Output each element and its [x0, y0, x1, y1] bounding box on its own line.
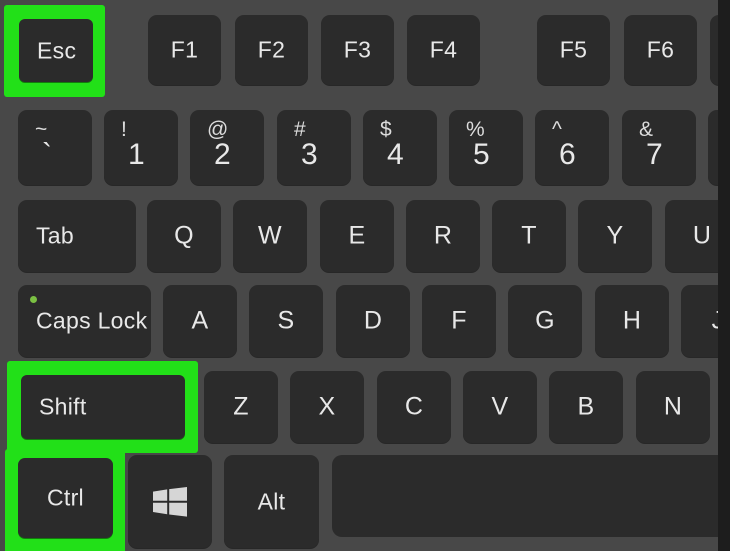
key-f4-label: F4 [429, 36, 458, 63]
key-x[interactable]: X [290, 371, 364, 443]
keyboard-right-bezel [718, 0, 730, 551]
key-4[interactable]: $ 4 [363, 110, 437, 185]
key-y[interactable]: Y [578, 200, 652, 272]
key-6[interactable]: ^ 6 [535, 110, 609, 185]
key-backtick[interactable]: ~ ` [18, 110, 92, 185]
key-2-label: 2 [214, 138, 231, 171]
keyboard-image: Esc F1 F2 F3 F4 F5 F6 F 7 ~ ` ! 1 @ 2 # 3… [0, 0, 730, 551]
key-alt-label: Alt [257, 488, 286, 514]
key-g-label: G [535, 306, 555, 335]
key-f2[interactable]: F2 [235, 15, 308, 85]
key-4-shift-label: $ [380, 118, 392, 141]
key-z[interactable]: Z [204, 371, 278, 443]
key-f4[interactable]: F4 [407, 15, 480, 85]
key-backtick-label: ` [42, 138, 52, 171]
key-t-label: T [521, 221, 537, 250]
key-1-label: 1 [128, 138, 145, 171]
key-f-label: F [451, 306, 467, 335]
key-tab-label: Tab [36, 222, 74, 249]
key-7-shift-label: & [639, 118, 654, 141]
key-s-label: S [277, 306, 295, 335]
key-space[interactable] [332, 455, 730, 537]
key-f5-label: F5 [559, 36, 588, 63]
key-ctrl[interactable]: Ctrl [18, 458, 113, 538]
key-c-label: C [404, 392, 424, 421]
key-7-label: 7 [646, 138, 663, 171]
key-v-label: V [491, 392, 509, 421]
key-alt[interactable]: Alt [224, 455, 319, 548]
key-n-label: N [663, 392, 683, 421]
key-g[interactable]: G [508, 285, 582, 357]
key-w-label: W [258, 221, 282, 250]
key-shift[interactable]: Shift [21, 375, 185, 439]
key-f6[interactable]: F6 [624, 15, 697, 85]
key-tab[interactable]: Tab [18, 200, 136, 272]
key-6-label: 6 [559, 138, 576, 171]
key-3-shift-label: # [294, 118, 306, 141]
key-c[interactable]: C [377, 371, 451, 443]
key-f[interactable]: F [422, 285, 496, 357]
key-windows[interactable] [128, 455, 212, 548]
key-esc-label: Esc [37, 37, 77, 63]
key-5[interactable]: % 5 [449, 110, 523, 185]
key-h-label: H [622, 306, 642, 335]
key-caps-lock-label: Caps Lock [36, 307, 148, 334]
key-n[interactable]: N [636, 371, 710, 443]
key-3[interactable]: # 3 [277, 110, 351, 185]
key-t[interactable]: T [492, 200, 566, 272]
key-1[interactable]: ! 1 [104, 110, 178, 185]
key-f5[interactable]: F5 [537, 15, 610, 85]
key-5-shift-label: % [466, 118, 485, 141]
key-6-shift-label: ^ [552, 118, 562, 141]
key-f3[interactable]: F3 [321, 15, 394, 85]
key-e-label: E [348, 221, 366, 250]
key-caps-lock[interactable]: Caps Lock [18, 285, 151, 357]
key-q-label: Q [174, 221, 194, 250]
key-backtick-shift-label: ~ [35, 118, 48, 141]
key-b-label: B [577, 392, 595, 421]
windows-logo-icon [153, 486, 187, 517]
key-f1[interactable]: F1 [148, 15, 221, 85]
key-2-shift-label: @ [207, 118, 229, 141]
key-f6-label: F6 [646, 36, 675, 63]
key-y-label: Y [606, 221, 624, 250]
key-d[interactable]: D [336, 285, 410, 357]
key-q[interactable]: Q [147, 200, 221, 272]
caps-lock-led-icon [30, 296, 37, 303]
key-esc[interactable]: Esc [19, 19, 93, 82]
key-r-label: R [433, 221, 453, 250]
key-r[interactable]: R [406, 200, 480, 272]
key-h[interactable]: H [595, 285, 669, 357]
key-f3-label: F3 [343, 36, 372, 63]
key-7[interactable]: & 7 [622, 110, 696, 185]
key-d-label: D [363, 306, 383, 335]
key-3-label: 3 [301, 138, 318, 171]
key-x-label: X [318, 392, 336, 421]
key-a[interactable]: A [163, 285, 237, 357]
key-f2-label: F2 [257, 36, 286, 63]
key-a-label: A [191, 306, 209, 335]
key-b[interactable]: B [549, 371, 623, 443]
key-1-shift-label: ! [121, 118, 127, 141]
key-z-label: Z [233, 392, 249, 421]
key-s[interactable]: S [249, 285, 323, 357]
key-f1-label: F1 [170, 36, 199, 63]
key-e[interactable]: E [320, 200, 394, 272]
key-5-label: 5 [473, 138, 490, 171]
key-2[interactable]: @ 2 [190, 110, 264, 185]
key-w[interactable]: W [233, 200, 307, 272]
key-ctrl-label: Ctrl [47, 484, 84, 511]
key-4-label: 4 [387, 138, 404, 171]
key-shift-label: Shift [39, 393, 87, 420]
key-v[interactable]: V [463, 371, 537, 443]
